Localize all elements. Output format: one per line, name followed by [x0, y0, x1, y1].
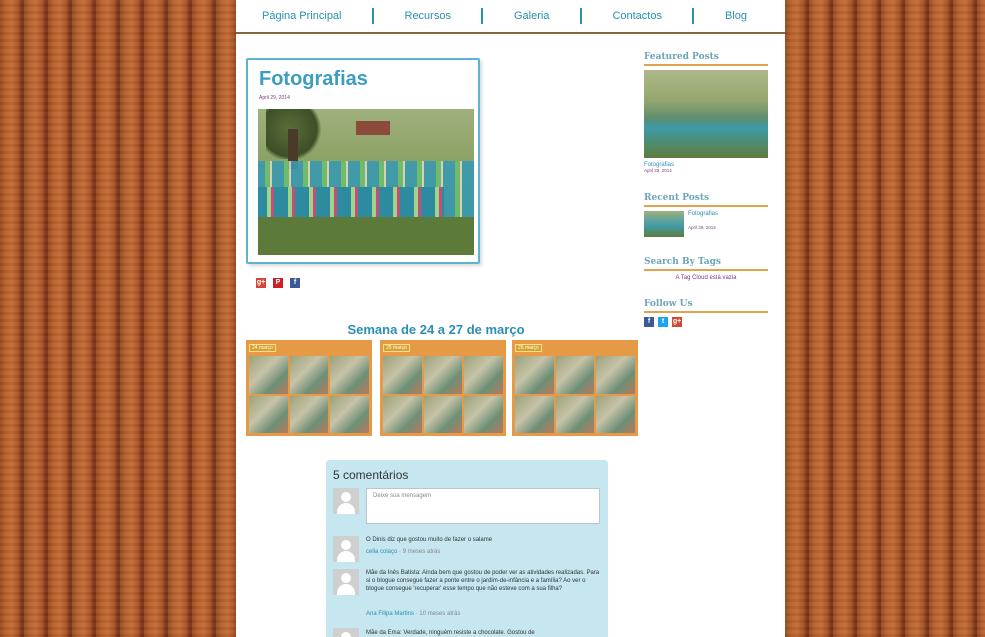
wood-background-right — [785, 0, 985, 637]
top-navigation: Página Principal Recursos Galeria Contac… — [236, 0, 785, 34]
recent-post-link[interactable]: Fotografias — [688, 211, 718, 217]
thumb-collage — [383, 356, 503, 433]
photo-grass — [258, 217, 474, 255]
gallery-thumb[interactable]: 24 março — [246, 340, 372, 436]
twitter-icon[interactable]: t — [658, 317, 668, 327]
comment-text: Mãe da Ema: Verdade, ninguém resiste a c… — [366, 630, 535, 636]
gallery-thumb[interactable]: 26 março — [512, 340, 638, 436]
thumb-label: 26 março — [515, 344, 542, 352]
tag-cloud-empty: A Tag Cloud está vazia — [675, 275, 737, 281]
thumb-collage — [249, 356, 369, 433]
avatar — [333, 628, 359, 637]
follow-us-title: Follow Us — [644, 299, 768, 313]
comment-author[interactable]: Ana Filipa Martins — [366, 611, 414, 617]
nav-separator — [372, 8, 374, 24]
thumb-label: 24 março — [249, 344, 276, 352]
comment-input[interactable]: Deixe sua mensagem — [366, 488, 600, 524]
wood-background-left — [0, 0, 236, 637]
photo-sign — [356, 121, 390, 135]
pinterest-icon[interactable]: P — [273, 278, 283, 288]
gallery-thumb[interactable]: 25 março — [380, 340, 506, 436]
comment-author[interactable]: celia colaço — [366, 549, 397, 555]
search-by-tags-title: Search By Tags — [644, 257, 768, 271]
featured-post-date: April 29, 2014 — [644, 168, 672, 173]
post-card: Fotografias April 29, 2014 — [246, 58, 480, 264]
nav-separator — [481, 8, 484, 24]
avatar — [333, 488, 359, 514]
comments-heading: 5 comentários — [333, 468, 409, 482]
share-bar: g+ P f — [256, 278, 300, 288]
follow-icons: f t g+ — [644, 317, 768, 327]
comment-time: 10 meses atrás — [419, 611, 461, 617]
thumb-label: 25 março — [383, 344, 410, 352]
comment-time: 9 meses atrás — [402, 549, 441, 555]
nav-galeria[interactable]: Galeria — [514, 10, 549, 22]
photo-children-front — [258, 187, 444, 217]
google-plus-icon[interactable]: g+ — [672, 317, 682, 327]
comments-section: 5 comentários Deixe sua mensagem O Dinis… — [326, 460, 608, 637]
week-title: Semana de 24 a 27 de março — [347, 322, 525, 337]
post-photo[interactable] — [258, 109, 474, 255]
featured-posts-title: Featured Posts — [644, 52, 768, 66]
nav-blog[interactable]: Blog — [725, 10, 747, 22]
avatar — [333, 536, 359, 562]
thumb-collage — [515, 356, 635, 433]
nav-pagina-principal[interactable]: Página Principal — [262, 10, 342, 22]
recent-post[interactable]: Fotografias April 29, 2014 — [644, 211, 768, 237]
post-title[interactable]: Fotografias — [259, 68, 368, 91]
recent-post-date: April 29, 2014 — [688, 225, 716, 230]
facebook-icon[interactable]: f — [290, 278, 300, 288]
comment-meta: celia colaço · 9 meses atrás — [366, 549, 441, 555]
comment-meta: Ana Filipa Martins · 10 meses atrás — [366, 611, 461, 617]
nav-recursos[interactable]: Recursos — [405, 10, 451, 22]
nav-separator — [692, 8, 695, 24]
comment-text: O Dinis diz que gostou muito de fazer o … — [366, 537, 493, 543]
post-date: April 29, 2014 — [259, 95, 290, 101]
comment-text: Mãe da Inês Batista: Ainda bem que gosto… — [366, 570, 600, 592]
avatar — [333, 569, 359, 595]
recent-posts-title: Recent Posts — [644, 193, 768, 207]
nav-contactos[interactable]: Contactos — [612, 10, 662, 22]
sidebar: Featured Posts Fotografias April 29, 201… — [644, 52, 768, 327]
recent-post-photo[interactable] — [644, 211, 684, 237]
nav-separator — [579, 8, 582, 24]
page-container: Página Principal Recursos Galeria Contac… — [236, 0, 785, 637]
featured-post-photo[interactable] — [644, 70, 768, 158]
facebook-icon[interactable]: f — [644, 317, 654, 327]
google-plus-icon[interactable]: g+ — [256, 278, 266, 288]
